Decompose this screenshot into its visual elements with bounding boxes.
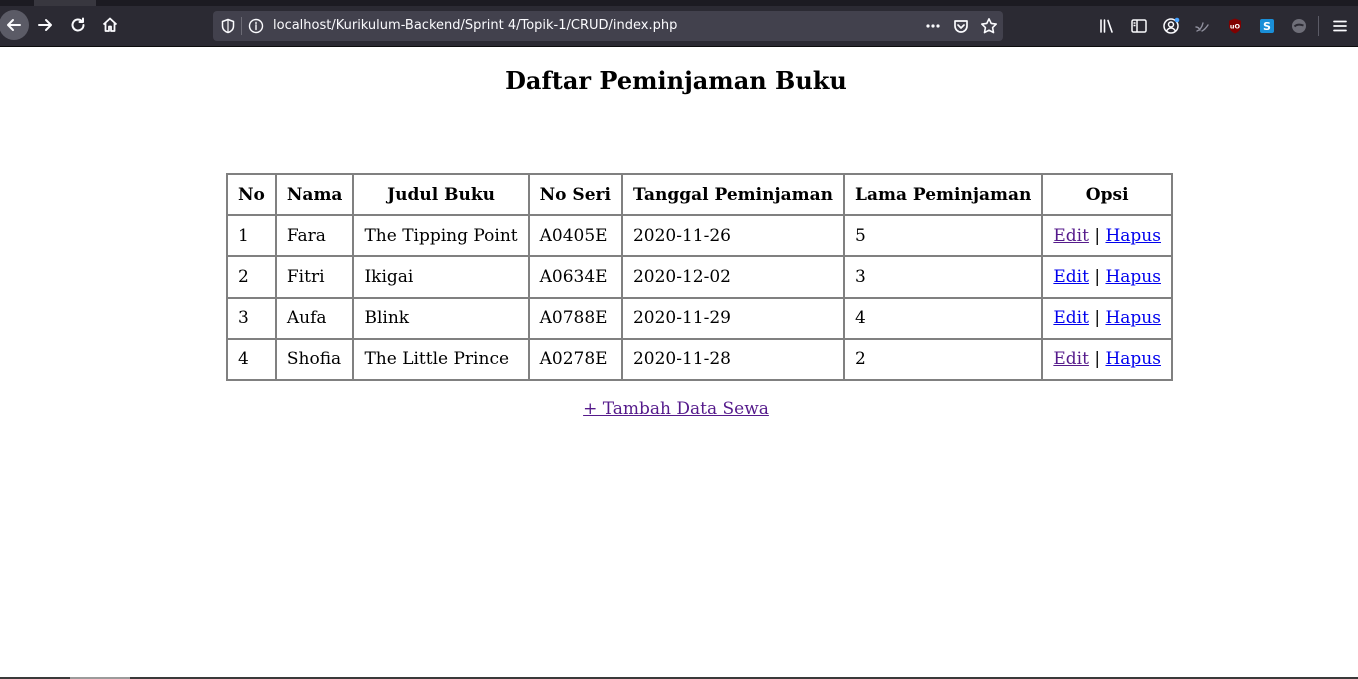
- cell-nama: Shofia: [275, 338, 354, 380]
- header-nama: Nama: [275, 174, 354, 215]
- table-row: 2 Fitri Ikigai A0634E 2020-12-02 3 Edit …: [227, 256, 1172, 298]
- cell-judul: The Little Prince: [353, 338, 529, 380]
- home-icon: [102, 17, 118, 32]
- table-row: 4 Shofia The Little Prince A0278E 2020-1…: [227, 338, 1172, 380]
- cell-seri: A0405E: [528, 215, 622, 257]
- address-bar[interactable]: localhost/Kurikulum-Backend/Sprint 4/Top…: [213, 11, 1003, 41]
- cell-seri: A0278E: [528, 338, 622, 380]
- cell-lama: 3: [843, 256, 1043, 298]
- loan-table: No Nama Judul Buku No Seri Tanggal Pemin…: [226, 173, 1173, 381]
- account-icon[interactable]: [1162, 17, 1180, 35]
- table-row: 3 Aufa Blink A0788E 2020-11-29 4 Edit | …: [227, 297, 1172, 339]
- info-icon[interactable]: [248, 18, 264, 34]
- cell-judul: Ikigai: [353, 256, 529, 298]
- library-icon[interactable]: [1098, 17, 1116, 35]
- cell-no: 4: [227, 338, 276, 380]
- page-title: Daftar Peminjaman Buku: [505, 66, 847, 95]
- reload-button[interactable]: [63, 10, 93, 40]
- cell-no: 2: [227, 256, 276, 298]
- link-separator: |: [1094, 349, 1101, 370]
- ublock-icon[interactable]: uO: [1226, 17, 1244, 35]
- cell-judul: The Tipping Point: [353, 215, 529, 257]
- shield-icon[interactable]: [220, 18, 236, 34]
- cell-opsi: Edit | Hapus: [1042, 338, 1172, 380]
- cell-no: 1: [227, 215, 276, 257]
- forward-button[interactable]: [30, 10, 60, 40]
- more-horizontal-icon[interactable]: [924, 17, 942, 35]
- back-button[interactable]: [0, 10, 29, 40]
- cell-lama: 2: [843, 338, 1043, 380]
- header-judul-buku: Judul Buku: [353, 174, 529, 215]
- extension-icon[interactable]: [1194, 17, 1212, 35]
- sidebar-icon[interactable]: [1130, 17, 1148, 35]
- hapus-link[interactable]: Hapus: [1105, 267, 1161, 287]
- cell-tanggal: 2020-11-26: [621, 215, 844, 257]
- link-separator: |: [1094, 225, 1101, 246]
- edit-link[interactable]: Edit: [1053, 226, 1089, 246]
- reload-icon: [71, 17, 85, 32]
- cell-lama: 5: [843, 215, 1043, 257]
- cell-seri: A0788E: [528, 297, 622, 339]
- svg-text:S: S: [1263, 20, 1271, 33]
- forward-arrow-icon: [38, 19, 52, 31]
- add-data-link[interactable]: + Tambah Data Sewa: [583, 399, 769, 419]
- header-tanggal-peminjaman: Tanggal Peminjaman: [621, 174, 844, 215]
- url-text[interactable]: localhost/Kurikulum-Backend/Sprint 4/Top…: [273, 18, 677, 34]
- home-button[interactable]: [95, 10, 125, 40]
- cell-seri: A0634E: [528, 256, 622, 298]
- browser-toolbar: localhost/Kurikulum-Backend/Sprint 4/Top…: [0, 6, 1358, 47]
- star-icon[interactable]: [980, 17, 998, 35]
- cell-nama: Aufa: [275, 297, 354, 339]
- header-no: No: [227, 174, 276, 215]
- edit-link[interactable]: Edit: [1053, 267, 1089, 287]
- back-arrow-icon: [7, 19, 21, 31]
- cell-tanggal: 2020-11-29: [621, 297, 844, 339]
- hapus-link[interactable]: Hapus: [1105, 308, 1161, 328]
- url-separator: [241, 17, 242, 35]
- cell-nama: Fara: [275, 215, 354, 257]
- svg-text:uO: uO: [1230, 23, 1241, 31]
- cell-tanggal: 2020-11-28: [621, 338, 844, 380]
- extension-s-icon[interactable]: S: [1258, 17, 1276, 35]
- cell-lama: 4: [843, 297, 1043, 339]
- table-header-row: No Nama Judul Buku No Seri Tanggal Pemin…: [227, 174, 1172, 215]
- cell-opsi: Edit | Hapus: [1042, 297, 1172, 339]
- link-separator: |: [1094, 266, 1101, 287]
- hamburger-menu-icon[interactable]: [1331, 17, 1349, 35]
- table-row: 1 Fara The Tipping Point A0405E 2020-11-…: [227, 215, 1172, 257]
- cell-nama: Fitri: [275, 256, 354, 298]
- pocket-icon[interactable]: [952, 17, 970, 35]
- cell-opsi: Edit | Hapus: [1042, 215, 1172, 257]
- hapus-link[interactable]: Hapus: [1105, 349, 1161, 369]
- edit-link[interactable]: Edit: [1053, 349, 1089, 369]
- header-opsi: Opsi: [1042, 174, 1172, 215]
- add-link-container: + Tambah Data Sewa: [0, 398, 1352, 420]
- hapus-link[interactable]: Hapus: [1105, 226, 1161, 246]
- header-lama-peminjaman: Lama Peminjaman: [843, 174, 1043, 215]
- toolbar-separator: [1318, 16, 1319, 36]
- cell-opsi: Edit | Hapus: [1042, 256, 1172, 298]
- extension-icon[interactable]: [1290, 17, 1308, 35]
- header-no-seri: No Seri: [528, 174, 622, 215]
- link-separator: |: [1094, 308, 1101, 329]
- cell-judul: Blink: [353, 297, 529, 339]
- cell-tanggal: 2020-12-02: [621, 256, 844, 298]
- edit-link[interactable]: Edit: [1053, 308, 1089, 328]
- cell-no: 3: [227, 297, 276, 339]
